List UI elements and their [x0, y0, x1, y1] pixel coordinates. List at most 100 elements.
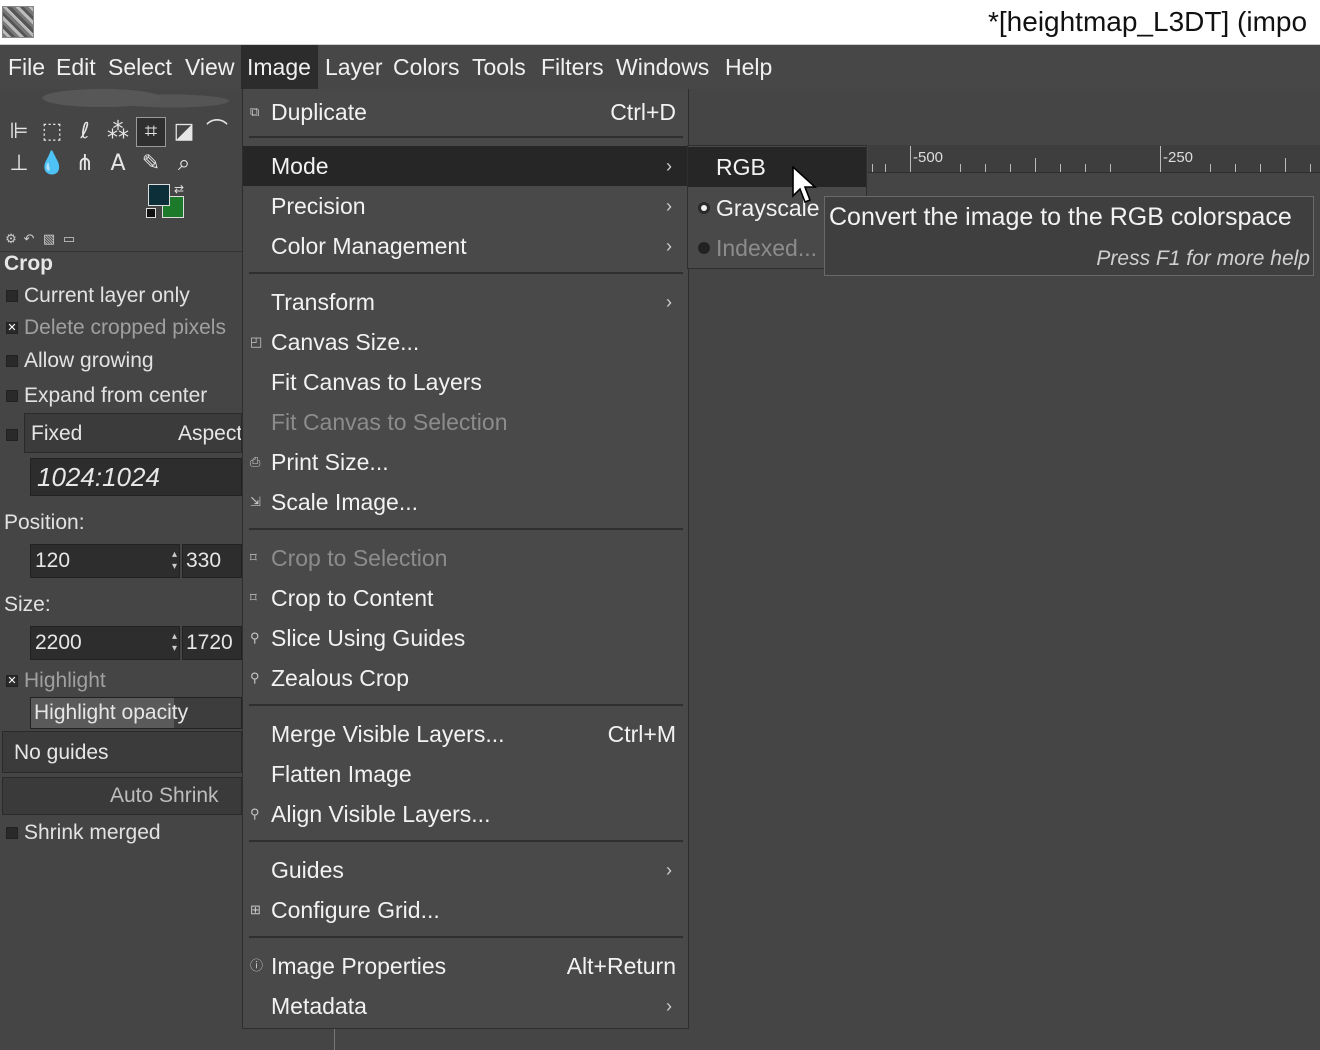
smudge-tool-icon[interactable]: 💧: [37, 149, 67, 179]
delete-cropped-option[interactable]: ✕ Delete cropped pixels: [6, 314, 226, 342]
ruler-tick: [1160, 146, 1161, 172]
checkbox-icon[interactable]: [6, 390, 18, 402]
menu-image[interactable]: Image: [241, 45, 318, 89]
menu-view[interactable]: View: [179, 45, 240, 89]
menu-item-print-size[interactable]: ⎙ Print Size...: [243, 442, 688, 482]
warp-tool-icon[interactable]: ⌒: [202, 117, 232, 147]
menu-file[interactable]: File: [2, 45, 51, 89]
crop-icon: ⌑: [250, 590, 257, 605]
transform-tool-icon[interactable]: ◪: [169, 117, 199, 147]
menu-item-flatten[interactable]: Flatten Image: [243, 754, 688, 794]
reset-colors-icon[interactable]: [146, 208, 156, 218]
ruler-tick: [1085, 164, 1086, 172]
undo-history-tab-icon[interactable]: ↶: [20, 232, 38, 250]
free-select-tool-icon[interactable]: ℓ: [70, 117, 100, 147]
checkbox-icon[interactable]: [6, 429, 18, 441]
expand-from-center-option[interactable]: Expand from center: [6, 382, 207, 410]
checkbox-icon[interactable]: [6, 827, 18, 839]
aspect-ratio-input[interactable]: 1024:1024: [30, 458, 242, 496]
menu-item-precision[interactable]: Precision ›: [243, 186, 688, 226]
fixed-aspect-combo[interactable]: Fixed Aspect: [24, 413, 242, 453]
dock-tabs: ⚙ ↶ ▧ ▭: [0, 230, 242, 252]
ruler-tick: [1060, 164, 1061, 172]
rect-select-tool-icon[interactable]: ⬚: [37, 117, 67, 147]
fixed-option[interactable]: [6, 421, 24, 449]
align-tool-icon[interactable]: ⊫: [4, 117, 34, 147]
highlight-opacity-slider[interactable]: Highlight opacity: [30, 697, 242, 729]
menu-tools[interactable]: Tools: [466, 45, 532, 89]
menu-item-crop-selection[interactable]: ⌑ Crop to Selection: [243, 538, 688, 578]
checkbox-icon[interactable]: [6, 355, 18, 367]
menu-item-image-properties[interactable]: ⓘ Image Properties Alt+Return: [243, 946, 688, 986]
plugin-icon: ⚲: [250, 806, 260, 821]
ruler-tick: [1260, 164, 1261, 172]
allow-growing-option[interactable]: Allow growing: [6, 347, 154, 375]
title-bar: *[heightmap_L3DT] (impo: [0, 0, 1320, 45]
paths-tool-icon[interactable]: ⋔: [70, 149, 100, 179]
spin-arrows-icon[interactable]: ▴ ▾: [172, 549, 177, 573]
canvas-size-icon: ◰: [250, 334, 263, 349]
menu-colors[interactable]: Colors: [387, 45, 465, 89]
menu-item-canvas-size[interactable]: ◰ Canvas Size...: [243, 322, 688, 362]
position-y-input[interactable]: 330: [182, 544, 242, 578]
menu-item-scale-image[interactable]: ⇲ Scale Image...: [243, 482, 688, 522]
checkbox-icon[interactable]: [6, 290, 18, 302]
spin-arrows-icon[interactable]: ▴ ▾: [172, 631, 177, 655]
menu-item-guides[interactable]: Guides ›: [243, 850, 688, 890]
ruler-tick: [960, 164, 961, 172]
size-width-input[interactable]: 2200 ▴ ▾: [30, 626, 180, 660]
ruler-tick: [985, 164, 986, 172]
position-x-input[interactable]: 120 ▴ ▾: [30, 544, 180, 578]
current-layer-only-option[interactable]: Current layer only: [6, 282, 190, 310]
menu-item-crop-content[interactable]: ⌑ Crop to Content: [243, 578, 688, 618]
highlight-option[interactable]: ✕ Highlight: [6, 667, 106, 695]
menu-item-fit-canvas-layers[interactable]: Fit Canvas to Layers: [243, 362, 688, 402]
crop-tool-icon[interactable]: ⌗: [136, 117, 166, 147]
images-tab-icon[interactable]: ▧: [40, 232, 58, 250]
menu-item-duplicate[interactable]: ⧉ Duplicate Ctrl+D: [243, 92, 688, 132]
horizontal-ruler[interactable]: -500 -250: [868, 145, 1320, 173]
menu-item-transform[interactable]: Transform ›: [243, 282, 688, 322]
device-status-tab-icon[interactable]: ▭: [60, 232, 78, 250]
menu-item-merge-visible[interactable]: Merge Visible Layers... Ctrl+M: [243, 714, 688, 754]
fg-bg-colors[interactable]: ⇄: [146, 182, 188, 222]
checkbox-checked-icon[interactable]: ✕: [6, 675, 18, 687]
guides-combo[interactable]: No guides: [2, 731, 242, 773]
menu-edit[interactable]: Edit: [50, 45, 102, 89]
menu-item-fit-canvas-selection[interactable]: Fit Canvas to Selection: [243, 402, 688, 442]
tool-row-1: ⊫ ⬚ ℓ ⁂ ⌗ ◪ ⌒: [4, 117, 232, 147]
menu-separator: [249, 704, 683, 706]
ruler-tick: [872, 164, 873, 172]
auto-shrink-button[interactable]: Auto Shrink: [2, 777, 242, 815]
tool-options-tab-icon[interactable]: ⚙: [2, 232, 20, 250]
menu-select[interactable]: Select: [102, 45, 178, 89]
shrink-merged-option[interactable]: Shrink merged: [6, 819, 161, 847]
menu-separator: [249, 840, 683, 842]
menu-item-mode[interactable]: Mode ›: [243, 146, 688, 186]
menu-item-color-management[interactable]: Color Management ›: [243, 226, 688, 266]
submenu-arrow-icon: ›: [666, 196, 672, 216]
duplicate-icon: ⧉: [250, 104, 260, 119]
menu-help[interactable]: Help: [719, 45, 778, 89]
menu-item-align-visible[interactable]: ⚲ Align Visible Layers...: [243, 794, 688, 834]
tooltip: Convert the image to the RGB colorspace …: [824, 196, 1314, 276]
color-picker-tool-icon[interactable]: ✎: [136, 149, 166, 179]
menu-item-configure-grid[interactable]: ⊞ Configure Grid...: [243, 890, 688, 930]
menu-filters[interactable]: Filters: [535, 45, 610, 89]
menu-windows[interactable]: Windows: [610, 45, 715, 89]
menu-item-zealous-crop[interactable]: ⚲ Zealous Crop: [243, 658, 688, 698]
gimp-app-icon[interactable]: [2, 6, 34, 38]
swap-colors-icon[interactable]: ⇄: [174, 182, 184, 196]
menu-item-metadata[interactable]: Metadata ›: [243, 986, 688, 1026]
menu-item-rgb[interactable]: RGB: [688, 147, 866, 187]
clone-tool-icon[interactable]: ⊥: [4, 149, 34, 179]
checkbox-checked-icon[interactable]: ✕: [6, 322, 18, 334]
fuzzy-select-tool-icon[interactable]: ⁂: [103, 117, 133, 147]
size-height-input[interactable]: 1720: [182, 626, 242, 660]
text-tool-icon[interactable]: A: [103, 149, 133, 179]
menu-layer[interactable]: Layer: [319, 45, 389, 89]
menu-item-slice-guides[interactable]: ⚲ Slice Using Guides: [243, 618, 688, 658]
foreground-color-swatch[interactable]: [148, 184, 170, 206]
zoom-tool-icon[interactable]: ⌕: [169, 149, 199, 179]
window-title: *[heightmap_L3DT] (impo: [988, 6, 1308, 37]
